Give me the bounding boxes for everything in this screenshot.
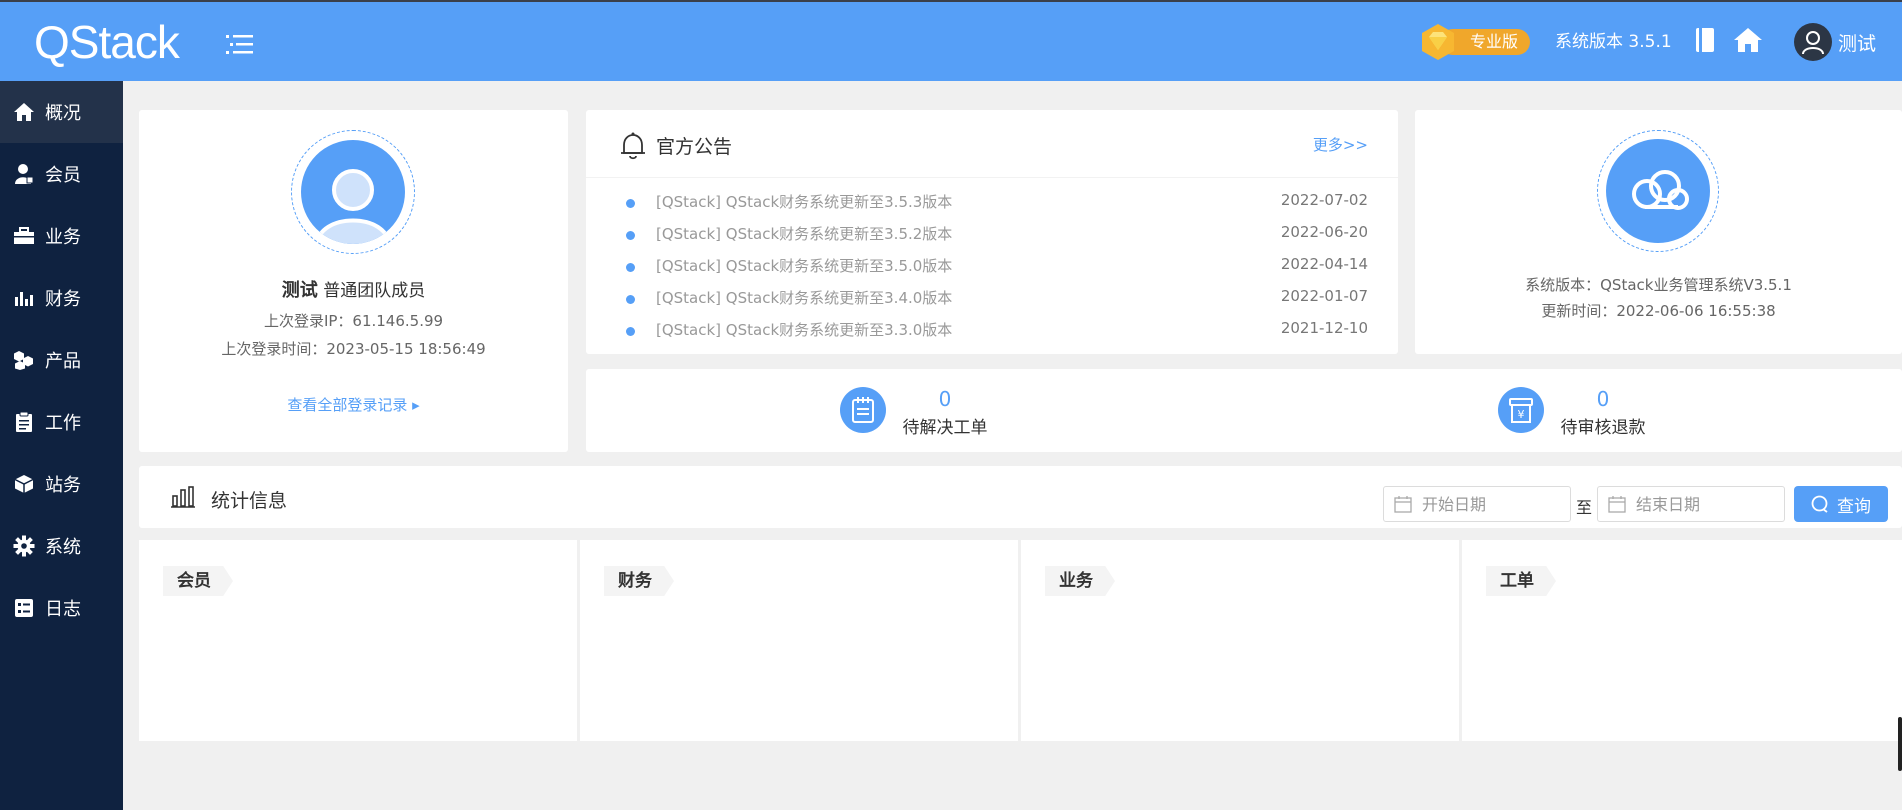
stat-card-business: 业务 [1021,540,1459,741]
sidebar-item-label: 站务 [45,475,81,496]
home-icon[interactable] [1733,26,1763,56]
sidebar-item-members[interactable]: 会员 [0,143,123,205]
stat-card-members: 会员 [139,540,577,741]
system-update-time: 更新时间：2022-06-06 16:55:38 [1541,302,1776,320]
more-link[interactable]: 更多>> [1313,134,1368,155]
sidebar-item-work[interactable]: 工作 [0,391,123,453]
refund-icon: ¥ [1498,387,1544,433]
start-date-input[interactable] [1422,494,1542,514]
sidebar-item-logs[interactable]: 日志 [0,577,123,639]
pending-tickets-label: 待解决工单 [902,418,988,438]
clipboard-icon [13,411,35,433]
pending-refunds-label: 待审核退款 [1560,418,1646,438]
logo[interactable]: QStack [34,16,180,68]
sidebar-item-system[interactable]: 系统 [0,515,123,577]
view-all-logins-link[interactable]: 查看全部登录记录 ▸ [139,394,568,415]
announcement-title: 官方公告 [656,136,733,158]
person-icon [301,140,405,244]
sidebar-item-label: 财务 [45,289,81,310]
last-login-time: 上次登录时间：2023-05-15 18:56:49 [221,340,486,358]
book-icon[interactable] [1692,26,1722,56]
sidebar-item-label: 工作 [45,413,81,434]
checklist-icon [13,597,35,619]
list-item[interactable]: [QStack] QStack财务系统更新至3.3.0版本 2021-12-10 [586,314,1398,346]
bar-chart-icon [13,287,35,309]
top-header: QStack 专业版 系统版本 3.5.1 测试 [0,0,1902,81]
stat-card-label: 会员 [177,571,211,591]
stat-card-label: 工单 [1500,571,1534,591]
sidebar: 概况 会员 业务 财务 产品 工作 站务 系统 日志 [0,81,123,810]
sidebar-item-label: 业务 [45,227,81,248]
cubes-icon [13,349,35,371]
pending-card: 0 待解决工单 ¥ 0 待审核退款 [586,369,1902,452]
sidebar-item-products[interactable]: 产品 [0,329,123,391]
sidebar-item-business[interactable]: 业务 [0,205,123,267]
last-login-ip: 上次登录IP：61.146.5.99 [263,312,444,330]
pending-tickets-count: 0 [938,387,952,411]
stat-card-finance: 财务 [580,540,1018,741]
cloud-icon [1606,139,1710,243]
profile-card: 测试 普通团队成员 上次登录IP：61.146.5.99 上次登录时间：2023… [139,110,568,452]
sidebar-item-label: 日志 [45,599,81,620]
sidebar-item-site-affairs[interactable]: 站务 [0,453,123,515]
scrollbar-handle[interactable] [1898,717,1902,771]
list-item[interactable]: [QStack] QStack财务系统更新至3.5.2版本 2022-06-20 [586,218,1398,250]
list-item[interactable]: [QStack] QStack财务系统更新至3.5.3版本 2022-07-02 [586,186,1398,218]
statistics-icon [171,486,195,508]
sidebar-item-overview[interactable]: 概况 [0,81,123,143]
briefcase-icon [13,225,35,247]
calendar-icon [1608,495,1626,513]
query-button[interactable]: 查询 [1794,486,1888,522]
stat-card-label: 业务 [1059,571,1093,591]
statistics-title: 统计信息 [211,490,288,512]
sidebar-item-finance[interactable]: 财务 [0,267,123,329]
search-icon [1811,495,1829,513]
announcement-list: [QStack] QStack财务系统更新至3.5.3版本 2022-07-02 … [586,178,1398,346]
list-item[interactable]: [QStack] QStack财务系统更新至3.5.0版本 2022-04-14 [586,250,1398,282]
start-date-field[interactable] [1383,486,1571,522]
profile-name-line: 测试 普通团队成员 [139,276,568,302]
diamond-icon [1418,22,1458,62]
list-item[interactable]: [QStack] QStack财务系统更新至3.4.0版本 2022-01-07 [586,282,1398,314]
system-version-detail: 系统版本：QStack业务管理系统V3.5.1 [1525,276,1792,294]
profile-avatar [291,130,415,254]
profile-role: 普通团队成员 [323,281,426,301]
sidebar-item-label: 概况 [45,103,81,124]
sidebar-item-label: 产品 [45,351,81,372]
date-range-separator: 至 [1576,498,1593,517]
stat-card-tickets: 工单 [1462,540,1902,741]
bell-icon [620,132,646,160]
sidebar-item-label: 会员 [45,165,81,186]
user-avatar-icon [1794,23,1832,61]
sidebar-item-label: 系统 [45,537,81,558]
announcement-header: 官方公告 更多>> [586,110,1398,178]
system-version: 系统版本 3.5.1 [1555,32,1672,52]
end-date-input[interactable] [1636,494,1756,514]
profile-name: 测试 [281,280,318,301]
end-date-field[interactable] [1597,486,1785,522]
user-icon [13,163,35,185]
box-icon [13,473,35,495]
user-menu[interactable]: 测试 [1794,22,1876,62]
query-label: 查询 [1837,496,1871,517]
pending-refunds-count: 0 [1596,387,1610,411]
edition-badge[interactable]: 专业版 [1418,22,1530,60]
menu-toggle-icon[interactable] [226,32,256,56]
announcement-card: 官方公告 更多>> [QStack] QStack财务系统更新至3.5.3版本 2… [586,110,1398,354]
svg-text:¥: ¥ [1518,408,1525,421]
gear-icon [13,535,35,557]
ticket-list-icon [840,387,886,433]
system-logo [1597,130,1719,252]
system-info-card: 系统版本：QStack业务管理系统V3.5.1 更新时间：2022-06-06 … [1415,110,1902,354]
home-icon [13,101,35,123]
calendar-icon [1394,495,1412,513]
user-name: 测试 [1838,32,1877,55]
stat-card-label: 财务 [618,571,652,591]
